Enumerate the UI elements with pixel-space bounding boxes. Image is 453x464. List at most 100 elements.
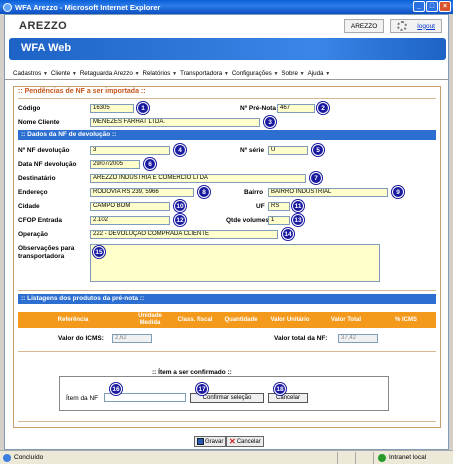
app-header: AREZZO AREZZO logout bbox=[5, 15, 448, 37]
callout-badge-7: 7 bbox=[310, 172, 322, 184]
col-valor-unitario[interactable]: Valor Unitário bbox=[264, 312, 316, 328]
maximize-button[interactable]: □ bbox=[426, 1, 438, 12]
uf-label: UF bbox=[256, 203, 265, 210]
pre-nota-label: Nº Pré-Nota bbox=[240, 105, 276, 112]
divider bbox=[18, 290, 436, 291]
status-cell bbox=[355, 451, 373, 464]
codigo-field[interactable]: 16305 bbox=[90, 104, 134, 113]
callout-badge-3: 3 bbox=[264, 116, 276, 128]
save-icon bbox=[197, 438, 204, 445]
brand-logo: AREZZO bbox=[19, 20, 68, 32]
bairro-field[interactable]: BAIRRO INDUSTRIAL bbox=[268, 188, 388, 197]
save-button[interactable]: Gravar bbox=[194, 436, 227, 447]
data-nf-label: Data NF devolução bbox=[18, 161, 77, 168]
page-done-icon bbox=[3, 453, 11, 462]
volumes-label: Qtde volumes bbox=[226, 217, 269, 224]
logout-box[interactable]: logout bbox=[390, 19, 442, 33]
destinatario-field[interactable]: AREZZO INDUSTRIA E COMÉRCIO LTDA bbox=[90, 174, 306, 183]
endereco-field[interactable]: RODOVIA RS 239, 5966 bbox=[90, 188, 194, 197]
data-nf-field[interactable]: 29/07/2005 bbox=[90, 160, 140, 169]
divider bbox=[18, 421, 436, 422]
window-title: WFA Arezzo - Microsoft Internet Explorer bbox=[15, 2, 161, 12]
col-quantidade[interactable]: Quantidade bbox=[218, 312, 264, 328]
logout-link[interactable]: logout bbox=[417, 23, 435, 30]
callout-badge-12: 12 bbox=[174, 214, 186, 226]
cancel-icon: ✕ bbox=[229, 437, 236, 446]
destinatario-label: Destinatário bbox=[18, 175, 56, 182]
serie-label: Nº série bbox=[240, 147, 265, 154]
col-valor-total[interactable]: Valor Total bbox=[316, 312, 376, 328]
cfop-label: CFOP Entrada bbox=[18, 217, 62, 224]
endereco-label: Endereço bbox=[18, 189, 48, 196]
col-icms[interactable]: % ICMS bbox=[376, 312, 436, 328]
callout-badge-18: 18 bbox=[274, 383, 286, 395]
banner-title: WFA Web bbox=[21, 42, 72, 54]
divider bbox=[18, 98, 436, 99]
products-grid-header: Referência Unidade Medida Class. fiscal … bbox=[18, 312, 436, 328]
menu-item-transportadora[interactable]: Transportadora ▼ bbox=[180, 70, 229, 77]
callout-badge-5: 5 bbox=[312, 144, 324, 156]
callout-badge-15: 15 bbox=[93, 246, 105, 258]
close-button[interactable]: × bbox=[439, 1, 451, 12]
nf-devolucao-field[interactable]: 3 bbox=[90, 146, 170, 155]
nome-cliente-field[interactable]: MENEZES FARHAT LTDA. bbox=[90, 118, 260, 127]
menu-item-relatorios[interactable]: Relatórios ▼ bbox=[143, 70, 178, 77]
valor-icms-label: Valor do ICMS: bbox=[58, 335, 104, 342]
menu-item-cadastros[interactable]: Cadastros ▼ bbox=[13, 70, 48, 77]
section-produtos: :: Listagens dos produtos da pré-nota :: bbox=[18, 294, 436, 304]
gear-icon[interactable] bbox=[397, 21, 408, 31]
status-bar: Concluído Intranet local bbox=[0, 450, 453, 464]
bairro-label: Bairro bbox=[244, 189, 264, 196]
pendencias-panel: :: Pendências de NF a ser importada :: C… bbox=[13, 86, 441, 447]
status-cell bbox=[337, 451, 355, 464]
callout-badge-6: 6 bbox=[144, 158, 156, 170]
browser-content: AREZZO AREZZO logout WFA Web Cadastros ▼… bbox=[4, 14, 449, 450]
volumes-field[interactable]: 1 bbox=[268, 216, 290, 225]
confirm-cancel-button[interactable]: Cancelar bbox=[268, 393, 308, 403]
callout-badge-1: 1 bbox=[137, 102, 149, 114]
col-class-fiscal[interactable]: Class. fiscal bbox=[172, 312, 218, 328]
cidade-field[interactable]: CAMPO BOM bbox=[90, 202, 170, 211]
callout-badge-2: 2 bbox=[317, 102, 329, 114]
menu-item-sobre[interactable]: Sobre ▼ bbox=[281, 70, 304, 77]
pre-nota-field[interactable]: 467 bbox=[277, 104, 315, 113]
app-banner: WFA Web bbox=[9, 38, 446, 60]
cidade-label: Cidade bbox=[18, 203, 40, 210]
window-titlebar: WFA Arezzo - Microsoft Internet Explorer… bbox=[0, 0, 453, 14]
section-devolucao: :: Dados da NF de devolução :: bbox=[18, 130, 436, 140]
user-box: AREZZO bbox=[343, 19, 385, 33]
valor-total-nf-label: Valor total da NF: bbox=[274, 335, 328, 342]
cancel-button-label: Cancelar bbox=[236, 438, 261, 445]
operacao-select[interactable]: 222 - DEVOLUÇÃO COMPRADA CLIENTE bbox=[90, 230, 278, 239]
callout-badge-8: 8 bbox=[198, 186, 210, 198]
panel-title: :: Pendências de NF a ser importada :: bbox=[18, 88, 146, 95]
callout-badge-13: 13 bbox=[292, 214, 304, 226]
ie-icon bbox=[3, 2, 12, 12]
serie-field[interactable]: U bbox=[268, 146, 308, 155]
observacoes-textarea[interactable] bbox=[90, 244, 380, 282]
save-button-label: Gravar bbox=[205, 438, 224, 445]
operacao-label: Operação bbox=[18, 231, 48, 238]
cfop-field[interactable]: 2.102 bbox=[90, 216, 170, 225]
callout-badge-10: 10 bbox=[174, 200, 186, 212]
zone-text: Intranet local bbox=[389, 454, 427, 461]
menu-item-retaguarda[interactable]: Retaguarda Arezzo ▼ bbox=[80, 70, 140, 77]
callout-badge-14: 14 bbox=[282, 228, 294, 240]
nf-devolucao-label: Nº NF devolução bbox=[18, 147, 70, 154]
uf-field[interactable]: RS bbox=[268, 202, 290, 211]
observacoes-label-line1: Observações para bbox=[18, 245, 75, 252]
menu-item-configuracoes[interactable]: Configurações ▼ bbox=[232, 70, 279, 77]
menu-item-cliente[interactable]: Cliente ▼ bbox=[51, 70, 77, 77]
confirm-item-title: :: Ítem a ser confirmado :: bbox=[149, 369, 235, 376]
menu-item-ajuda[interactable]: Ajuda ▼ bbox=[308, 70, 331, 77]
cancel-button[interactable]: ✕ Cancelar bbox=[226, 436, 264, 447]
main-menu: Cadastros ▼ Cliente ▼ Retaguarda Arezzo … bbox=[5, 68, 448, 80]
col-unidade-medida[interactable]: Unidade Medida bbox=[128, 312, 172, 328]
minimize-button[interactable]: _ bbox=[413, 1, 425, 12]
callout-badge-17: 17 bbox=[196, 383, 208, 395]
col-referencia[interactable]: Referência bbox=[18, 312, 128, 328]
observacoes-label-line2: transportadora bbox=[18, 253, 65, 260]
callout-badge-9: 9 bbox=[392, 186, 404, 198]
nome-cliente-label: Nome Cliente bbox=[18, 119, 60, 126]
callout-badge-11: 11 bbox=[292, 200, 304, 212]
